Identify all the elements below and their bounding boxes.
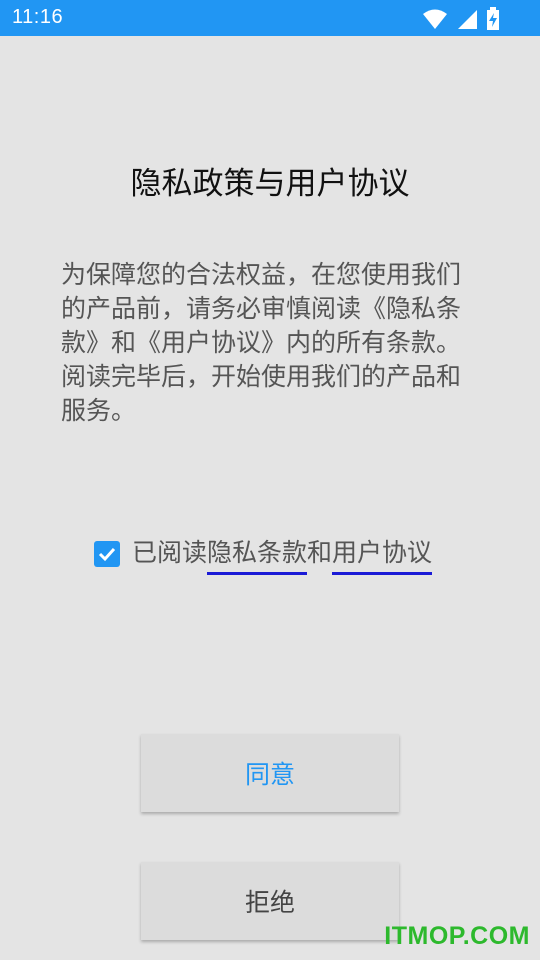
user-agreement-link[interactable]: 用户协议 [332, 533, 433, 575]
status-time: 11:16 [12, 6, 64, 28]
consent-text: 已阅读隐私条款和用户协议 [132, 533, 433, 575]
wifi-icon [422, 8, 448, 34]
consent-row: 已阅读隐私条款和用户协议 [94, 533, 433, 575]
consent-prefix: 已阅读 [132, 538, 208, 567]
agree-button[interactable]: 同意 [141, 734, 399, 812]
privacy-terms-link[interactable]: 隐私条款 [207, 533, 308, 575]
checkmark-icon [98, 547, 116, 562]
consent-conjunction: 和 [307, 538, 333, 567]
status-icons [422, 7, 500, 35]
refuse-button[interactable]: 拒绝 [141, 862, 399, 940]
status-bar: 11:16 [0, 0, 540, 36]
battery-charging-icon [486, 7, 500, 35]
privacy-notice-text: 为保障您的合法权益，在您使用我们的产品前，请务必审慎阅读《隐私条款》和《用户协议… [61, 260, 462, 425]
consent-checkbox[interactable] [94, 541, 120, 567]
dialog-title: 隐私政策与用户协议 [130, 166, 410, 202]
watermark: ITMOP.COM [384, 922, 530, 950]
cell-signal-icon [456, 8, 478, 34]
